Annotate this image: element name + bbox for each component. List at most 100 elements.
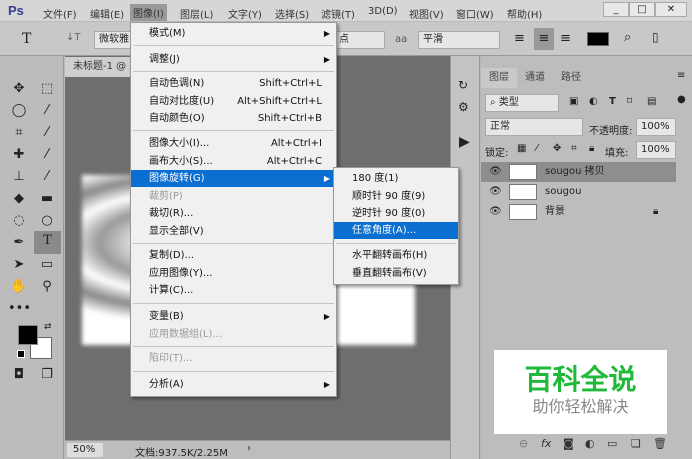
layer-filter-select[interactable]: ⌕ 类型 <box>485 94 559 112</box>
more-tools-icon[interactable]: ••• <box>8 299 31 319</box>
menu-view[interactable]: 视图(V) <box>409 6 444 21</box>
maximize-button[interactable]: □ <box>629 2 655 17</box>
blur-tool-icon[interactable]: ◌ <box>8 211 30 231</box>
brush-tool-icon[interactable]: ⁄ <box>36 145 58 165</box>
menu-item-auto-contrast[interactable]: 自动对比度(U) Alt+Shift+Ctrl+L <box>131 93 336 110</box>
menu-item-rotate-90-ccw[interactable]: 逆时针 90 度(0) <box>334 205 458 222</box>
menu-item-mode[interactable]: 模式(M) ▶ <box>131 25 336 42</box>
menu-item-rotate-90-cw[interactable]: 顺时针 90 度(9) <box>334 188 458 205</box>
type-filter-icon[interactable]: T <box>609 96 616 107</box>
menu-window[interactable]: 窗口(W) <box>456 6 494 21</box>
gradient-icon[interactable]: ▬ <box>36 189 58 209</box>
menu-item-auto-color[interactable]: 自动颜色(O) Shift+Ctrl+B <box>131 110 336 127</box>
antialias-select[interactable]: 平滑 <box>418 31 500 49</box>
eraser-icon[interactable]: ◆ <box>8 189 30 209</box>
menu-item-duplicate[interactable]: 复制(D)... <box>131 247 336 264</box>
layer-row[interactable]: 👁︎ 背景 🔒︎ <box>481 202 676 222</box>
hand-tool-icon[interactable]: ✋ <box>8 277 30 297</box>
menu-help[interactable]: 帮助(H) <box>507 6 542 21</box>
zoom-tool-icon[interactable]: ⚲ <box>36 277 58 297</box>
adjustment-layer-icon[interactable]: ◐ <box>585 437 595 450</box>
menu-item-image-size[interactable]: 图像大小(I)... Alt+Ctrl+I <box>131 135 336 152</box>
quick-mask-icon[interactable]: ◘ <box>8 365 30 385</box>
fx-icon[interactable]: fx <box>541 437 551 450</box>
visibility-eye-icon[interactable]: 👁︎ <box>489 202 502 222</box>
shape-filter-icon[interactable]: ⌑ <box>627 96 632 107</box>
magic-wand-icon[interactable]: ⁄ <box>36 101 58 121</box>
align-center-icon[interactable]: ≡ <box>534 28 554 50</box>
smart-object-filter-icon[interactable]: ▤ <box>647 96 656 107</box>
delete-layer-icon[interactable]: 🗑︎ <box>653 437 667 450</box>
rectangle-tool-icon[interactable]: ▭ <box>36 255 58 275</box>
type-tool-icon[interactable]: T <box>22 31 31 47</box>
tab-layers[interactable]: 图层 <box>481 68 517 88</box>
menu-layer[interactable]: 图层(L) <box>180 6 213 21</box>
menu-item-image-rotation[interactable]: 图像旋转(G) ▶ <box>131 170 336 187</box>
lasso-tool-icon[interactable]: ◯ <box>8 101 30 121</box>
zoom-level-field[interactable]: 50% <box>67 443 103 457</box>
menu-item-trim[interactable]: 裁切(R)... <box>131 205 336 222</box>
tab-paths[interactable]: 路径 <box>553 68 589 88</box>
lock-transparent-icon[interactable]: ▦ <box>517 143 526 154</box>
swap-colors-icon[interactable]: ⇄ <box>44 322 52 332</box>
history-brush-icon[interactable]: ⁄ <box>36 167 58 187</box>
menu-item-adjustments[interactable]: 调整(J) ▶ <box>131 51 336 68</box>
new-layer-icon[interactable]: ❏ <box>631 437 641 450</box>
visibility-eye-icon[interactable]: 👁︎ <box>489 162 502 182</box>
menu-item-analysis[interactable]: 分析(A) ▶ <box>131 376 336 393</box>
menu-item-calculations[interactable]: 计算(C)... <box>131 282 336 299</box>
history-panel-icon[interactable]: ↻ <box>458 78 468 92</box>
font-size-select[interactable]: 点 <box>335 31 385 49</box>
text-color-swatch[interactable] <box>587 32 609 46</box>
minimize-button[interactable]: _ <box>603 2 629 17</box>
screen-mode-icon[interactable]: ❐ <box>36 365 58 385</box>
fill-field[interactable]: 100% <box>636 141 676 159</box>
pen-tool-icon[interactable]: ✒ <box>8 233 30 253</box>
filter-toggle-icon[interactable]: ● <box>677 94 686 105</box>
menu-item-rotate-180[interactable]: 180 度(1) <box>334 170 458 187</box>
eyedropper-icon[interactable]: ⁄ <box>36 123 58 143</box>
foreground-color-swatch[interactable] <box>18 325 38 345</box>
lock-all-icon[interactable]: 🔒︎ <box>589 143 594 154</box>
link-layers-icon[interactable]: ⊖ <box>519 437 528 450</box>
close-button[interactable]: ✕ <box>655 2 687 17</box>
menu-file[interactable]: 文件(F) <box>43 6 77 21</box>
layer-row[interactable]: 👁︎ sougou 拷贝 <box>481 162 676 182</box>
adjustment-filter-icon[interactable]: ◐ <box>589 96 598 107</box>
align-left-icon[interactable]: ≡ <box>514 31 525 46</box>
lock-artboard-icon[interactable]: ⌗ <box>571 143 577 154</box>
menu-select[interactable]: 选择(S) <box>275 6 309 21</box>
default-colors-icon[interactable] <box>17 350 25 358</box>
menu-item-auto-tone[interactable]: 自动色调(N) Shift+Ctrl+L <box>131 75 336 92</box>
path-selection-icon[interactable]: ➤ <box>8 255 30 275</box>
dodge-tool-icon[interactable]: ○ <box>36 211 58 231</box>
menu-edit[interactable]: 编辑(E) <box>90 6 124 21</box>
warp-text-icon[interactable]: ⌕ <box>624 30 631 45</box>
tab-channels[interactable]: 通道 <box>517 68 553 88</box>
type-tool-icon[interactable]: T <box>34 231 61 254</box>
lock-position-icon[interactable]: ✥ <box>553 143 561 154</box>
add-mask-icon[interactable]: ◙ <box>563 437 574 450</box>
properties-panel-icon[interactable]: ⚙ <box>458 100 469 114</box>
opacity-field[interactable]: 100% <box>636 118 676 136</box>
font-family-select[interactable]: 微软雅 <box>94 31 134 49</box>
lock-pixels-icon[interactable]: ⁄ <box>536 143 538 154</box>
align-right-icon[interactable]: ≡ <box>560 31 571 46</box>
clone-stamp-icon[interactable]: ⊥ <box>8 167 30 187</box>
menu-item-reveal-all[interactable]: 显示全部(V) <box>131 223 336 240</box>
menu-image[interactable]: 图像(I) <box>130 4 167 21</box>
new-group-icon[interactable]: ▭ <box>607 437 617 450</box>
menu-item-apply-image[interactable]: 应用图像(Y)... <box>131 265 336 282</box>
marquee-tool-icon[interactable]: ⬚ <box>36 79 58 99</box>
vertical-type-icon[interactable]: ↓T <box>66 32 81 43</box>
layer-row[interactable]: 👁︎ sougou <box>481 182 676 202</box>
menu-item-flip-horizontal[interactable]: 水平翻转画布(H) <box>334 247 458 264</box>
play-actions-icon[interactable]: ▶ <box>459 134 470 150</box>
panel-menu-icon[interactable]: ≡ <box>677 70 685 81</box>
menu-item-flip-vertical[interactable]: 垂直翻转画布(V) <box>334 265 458 282</box>
blend-mode-select[interactable]: 正常 <box>485 118 583 136</box>
menu-item-variables[interactable]: 变量(B) ▶ <box>131 308 336 325</box>
panels-toggle-icon[interactable]: ▯ <box>652 30 659 44</box>
menu-item-arbitrary-rotation[interactable]: 任意角度(A)... <box>334 222 458 239</box>
move-tool-icon[interactable]: ✥ <box>8 79 30 99</box>
